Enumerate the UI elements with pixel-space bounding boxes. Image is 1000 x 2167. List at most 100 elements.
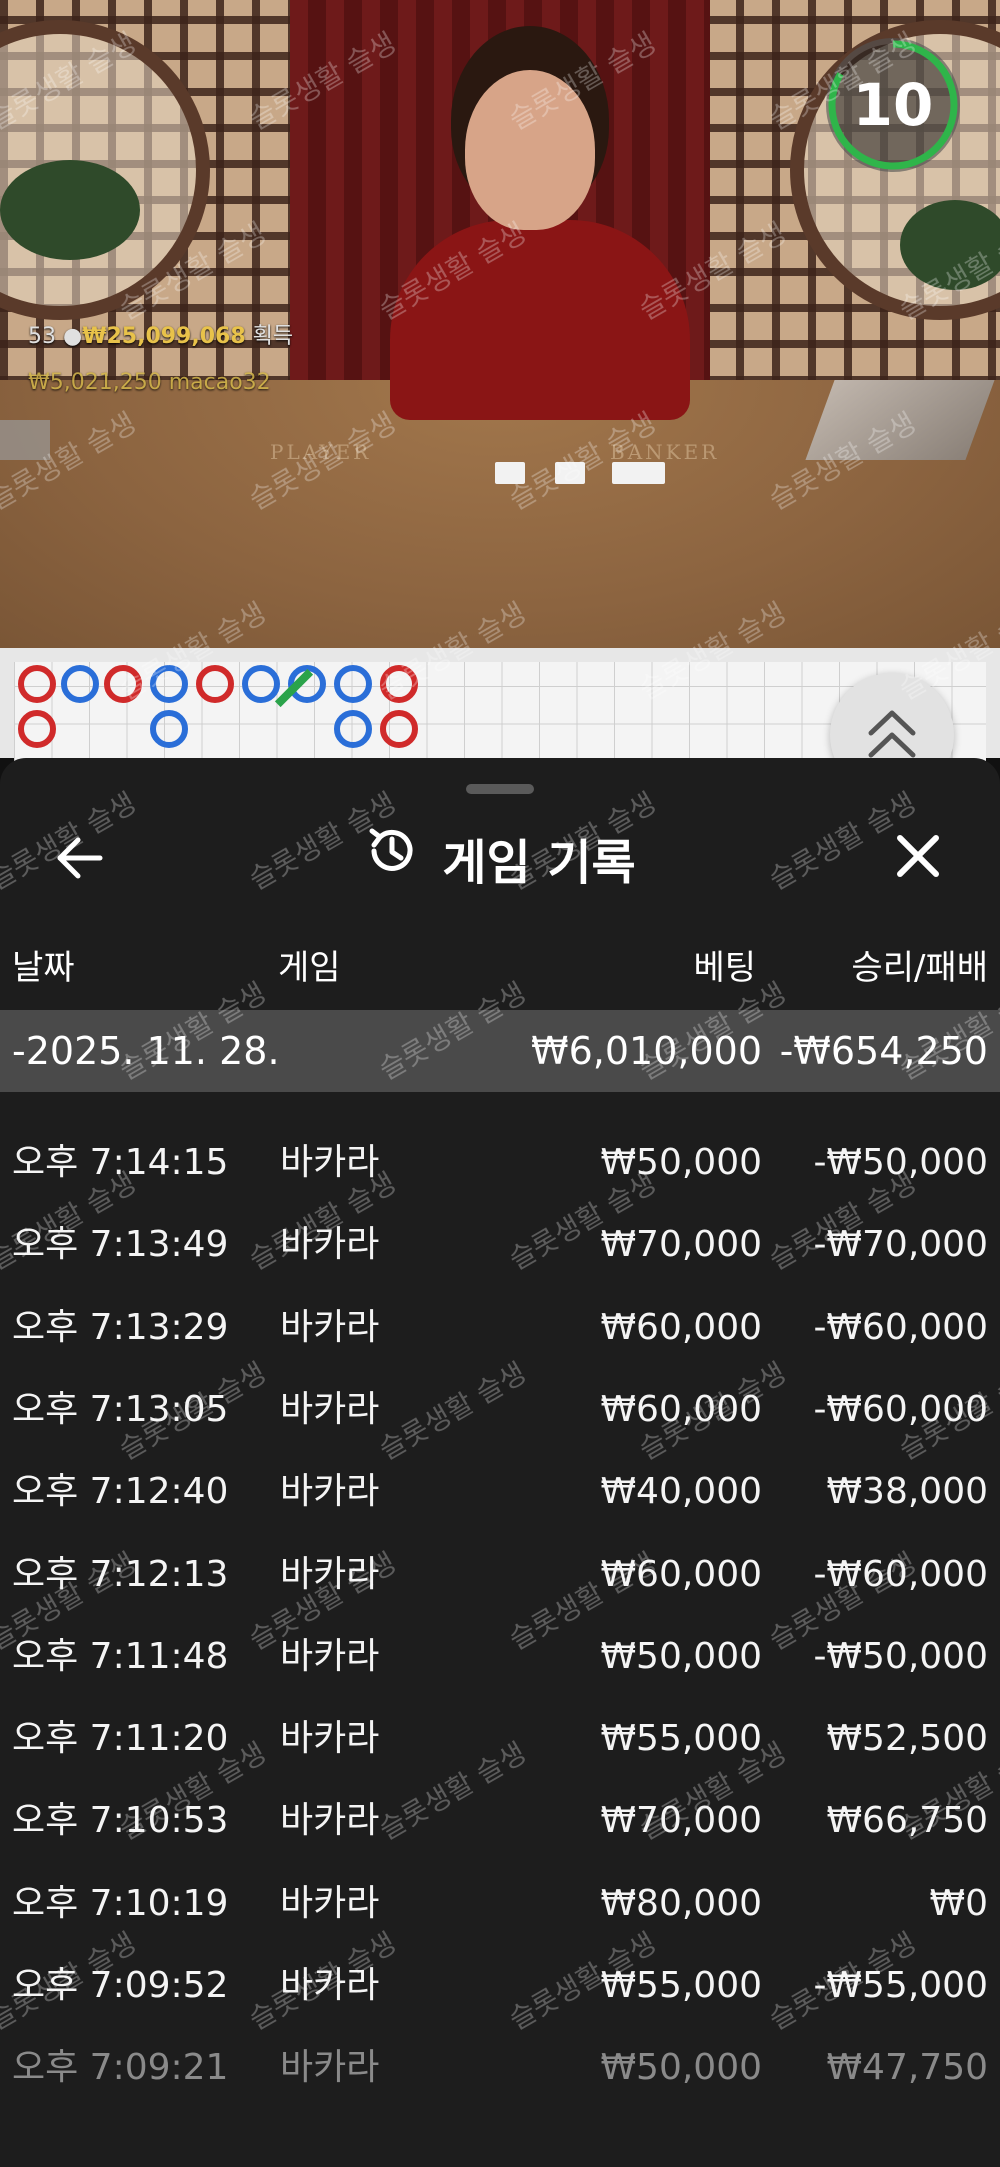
- live-video-stream: PLAYER BANKER 53 ●₩25,099,068 획득 ₩5,021,…: [0, 0, 1000, 648]
- row-result: ₩0: [929, 1882, 989, 1924]
- row-result: -₩70,000: [813, 1224, 988, 1266]
- row-game: 바카라: [280, 1224, 380, 1266]
- card: [555, 462, 585, 484]
- row-game: 바카라: [280, 1471, 380, 1513]
- player-bead: [334, 665, 372, 703]
- card-shoe: [805, 380, 995, 460]
- row-game: 바카라: [280, 1388, 380, 1430]
- recent-win-ticker: 53 ●₩25,099,068 획득: [28, 318, 293, 350]
- player-bead: [150, 665, 188, 703]
- row-result: -₩60,000: [813, 1553, 988, 1595]
- drag-handle[interactable]: [466, 784, 534, 794]
- row-game: 바카라: [280, 1142, 380, 1183]
- bonsai-left: [0, 160, 140, 260]
- row-result: -₩50,000: [813, 1635, 988, 1677]
- discard-tray: [0, 420, 50, 460]
- row-game: 바카라: [280, 1553, 380, 1595]
- close-button[interactable]: [890, 828, 950, 888]
- row-time: 오후 7:13:29: [12, 1306, 229, 1348]
- row-bet: ₩70,000: [600, 1224, 762, 1266]
- close-icon: [897, 835, 939, 877]
- player-bead: [150, 710, 188, 748]
- row-bet: ₩50,000: [600, 1635, 762, 1677]
- player-bead: [242, 665, 280, 703]
- row-time: 오후 7:13:49: [12, 1224, 229, 1266]
- row-result: -₩60,000: [813, 1388, 988, 1430]
- row-bet: ₩60,000: [600, 1553, 762, 1595]
- row-bet: ₩60,000: [600, 1306, 762, 1348]
- user-win-line: ₩5,021,250 macao32: [28, 370, 271, 395]
- row-result: -₩60,000: [813, 1306, 988, 1348]
- history-row[interactable]: 오후 7:13:49 바카라 ₩70,000 -₩70,000: [0, 1204, 1000, 1286]
- row-result: ₩47,750: [826, 2047, 988, 2089]
- dealer: [390, 220, 690, 420]
- history-row[interactable]: 오후 7:13:29 바카라 ₩60,000 -₩60,000: [0, 1287, 1000, 1369]
- player-bead: [334, 710, 372, 748]
- row-time: 오후 7:09:52: [12, 1965, 229, 2006]
- row-time: 오후 7:09:21: [12, 2047, 229, 2089]
- history-row[interactable]: 오후 7:12:13 바카라 ₩60,000 -₩60,000: [0, 1534, 1000, 1616]
- bonsai-right: [900, 200, 1000, 290]
- row-bet: ₩80,000: [600, 1882, 762, 1924]
- history-row[interactable]: 오후 7:09:52 바카라 ₩55,000 -₩55,000: [0, 1945, 1000, 2027]
- row-result: ₩52,500: [826, 1718, 988, 1760]
- group-result-total: -₩654,250: [779, 1029, 988, 1073]
- group-bet-total: ₩6,010,000: [531, 1029, 762, 1073]
- panel-title: 게임 기록: [0, 820, 1000, 903]
- banker-bead: [104, 665, 142, 703]
- dealer-head: [465, 70, 595, 230]
- column-header-result[interactable]: 승리/패배: [851, 938, 988, 998]
- banker-bead: [196, 665, 234, 703]
- banker-bead: [18, 710, 56, 748]
- history-row[interactable]: 오후 7:11:20 바카라 ₩55,000 ₩52,500: [0, 1698, 1000, 1780]
- row-time: 오후 7:12:13: [12, 1553, 229, 1595]
- row-time: 오후 7:13:05: [12, 1388, 229, 1430]
- player-bead: [61, 665, 99, 703]
- row-result: ₩38,000: [826, 1471, 988, 1513]
- history-row[interactable]: 오후 7:13:05 바카라 ₩60,000 -₩60,000: [0, 1369, 1000, 1451]
- group-date: -2025. 11. 28.: [12, 1029, 280, 1073]
- row-time: 오후 7:12:40: [12, 1471, 229, 1513]
- felt-banker-label: BANKER: [610, 440, 720, 464]
- row-result: -₩55,000: [813, 1965, 988, 2006]
- history-icon: [364, 823, 420, 903]
- history-row[interactable]: 오후 7:11:48 바카라 ₩50,000 -₩50,000: [0, 1616, 1000, 1698]
- row-bet: ₩50,000: [600, 1142, 762, 1183]
- win-suffix: 획득: [252, 324, 294, 349]
- column-header-game[interactable]: 게임: [278, 938, 341, 998]
- win-amount: ₩25,099,068: [82, 324, 246, 349]
- row-bet: ₩60,000: [600, 1388, 762, 1430]
- row-time: 오후 7:10:19: [12, 1882, 229, 1924]
- history-row[interactable]: 오후 7:12:40 바카라 ₩40,000 ₩38,000: [0, 1451, 1000, 1533]
- banker-bead: [18, 665, 56, 703]
- card: [635, 462, 665, 484]
- date-group-row[interactable]: -2025. 11. 28. ₩6,010,000 -₩654,250: [0, 1010, 1000, 1092]
- row-game: 바카라: [280, 1718, 380, 1760]
- column-header-bet[interactable]: 베팅: [693, 938, 756, 998]
- win-count: 53: [28, 324, 56, 349]
- row-game: 바카라: [280, 2047, 380, 2089]
- row-time: 오후 7:11:48: [12, 1635, 229, 1677]
- history-row[interactable]: 오후 7:10:53 바카라 ₩70,000 ₩66,750: [0, 1780, 1000, 1862]
- banker-bead: [380, 710, 418, 748]
- row-result: ₩66,750: [826, 1800, 988, 1842]
- card: [495, 462, 525, 484]
- history-row[interactable]: 오후 7:10:19 바카라 ₩80,000 ₩0: [0, 1863, 1000, 1945]
- game-history-panel: 게임 기록 날짜 게임 베팅 승리/패배 -2025. 11. 28. ₩6,0…: [0, 758, 1000, 2167]
- history-row[interactable]: 오후 7:09:21 바카라 ₩50,000 ₩47,750: [0, 2027, 1000, 2109]
- row-bet: ₩50,000: [600, 2047, 762, 2089]
- bet-timer: 10: [826, 38, 960, 172]
- row-time: 오후 7:14:15: [12, 1142, 229, 1183]
- row-game: 바카라: [280, 1882, 380, 1924]
- row-result: -₩50,000: [813, 1142, 988, 1183]
- felt-player-label: PLAYER: [270, 440, 372, 464]
- row-game: 바카라: [280, 1800, 380, 1842]
- column-header-date[interactable]: 날짜: [12, 938, 75, 998]
- row-bet: ₩40,000: [600, 1471, 762, 1513]
- double-chevron-up-icon: [868, 710, 916, 758]
- person-icon: ●: [63, 324, 83, 349]
- panel-title-text: 게임 기록: [442, 835, 636, 891]
- history-row[interactable]: 오후 7:14:15 바카라 ₩50,000 -₩50,000: [0, 1122, 1000, 1204]
- row-bet: ₩55,000: [600, 1718, 762, 1760]
- row-time: 오후 7:10:53: [12, 1800, 229, 1842]
